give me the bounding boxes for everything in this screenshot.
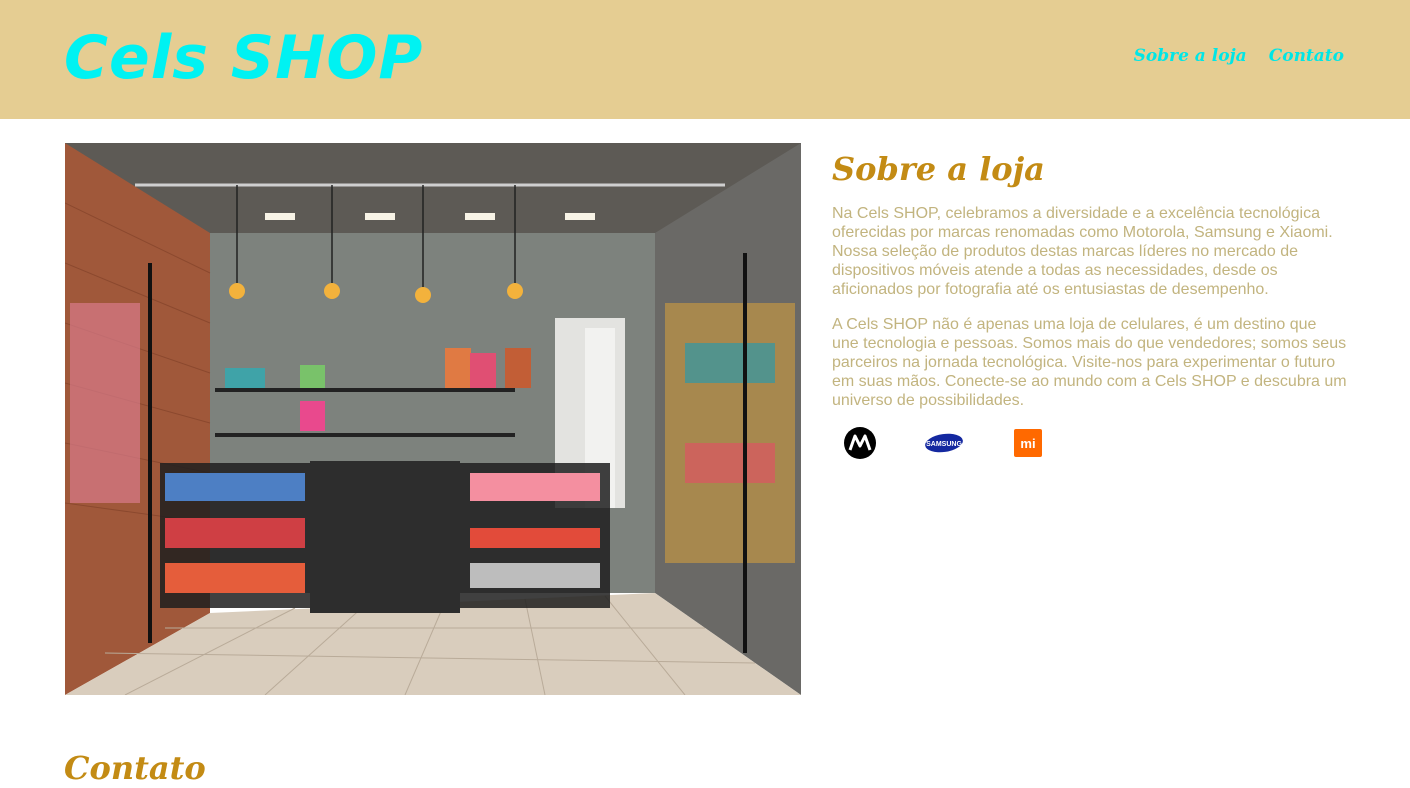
- motorola-logo-icon: [832, 424, 888, 462]
- about-paragraph-1: Na Cels SHOP, celebramos a diversidade e…: [832, 205, 1333, 298]
- store-interior-photo: [65, 143, 801, 695]
- brand-logos: SAMSUNG mi: [832, 424, 1347, 462]
- about-paragraph-2: A Cels SHOP não é apenas uma loja de cel…: [832, 316, 1347, 409]
- about-section: Sobre a loja Na Cels SHOP, celebramos a …: [832, 150, 1347, 462]
- nav-link-sobre[interactable]: Sobre a loja: [1134, 46, 1247, 66]
- samsung-logo-icon: SAMSUNG: [916, 424, 972, 462]
- nav-link-contato[interactable]: Contato: [1269, 46, 1344, 66]
- about-title: Sobre a loja: [832, 150, 1045, 188]
- svg-text:mi: mi: [1020, 436, 1035, 451]
- xiaomi-logo-icon: mi: [1000, 424, 1056, 462]
- site-header: Cels SHOP Sobre a loja Contato: [0, 0, 1410, 119]
- svg-text:SAMSUNG: SAMSUNG: [926, 441, 962, 448]
- contact-title: Contato: [64, 749, 206, 787]
- main-nav: Sobre a loja Contato: [1134, 46, 1344, 66]
- site-logo[interactable]: Cels SHOP: [64, 22, 423, 94]
